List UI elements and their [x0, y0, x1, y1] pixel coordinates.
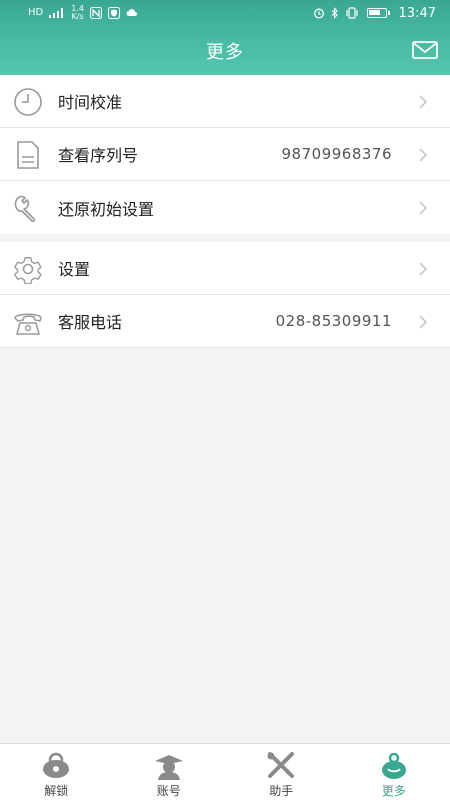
serial-number-value: 98709968376 — [281, 145, 392, 163]
signal-icon — [49, 8, 64, 18]
tab-label: 解锁 — [44, 784, 69, 798]
menu-item-settings[interactable]: 设置 — [0, 242, 450, 295]
tab-label: 账号 — [156, 784, 181, 798]
vibrate-icon — [345, 7, 358, 19]
menu-item-time-calibration[interactable]: 时间校准 — [0, 75, 450, 128]
phone-number-value: 028-85309911 — [275, 312, 392, 330]
tab-account[interactable]: 账号 — [113, 744, 226, 800]
menu-group-2: 设置 客服电话 028-85309911 — [0, 242, 450, 348]
status-bar: HD 1.4 K/s 13:47 — [0, 0, 450, 26]
chevron-right-icon — [419, 315, 428, 329]
shield-icon — [107, 7, 120, 19]
chevron-right-icon — [419, 201, 428, 215]
menu-item-label: 设置 — [58, 260, 91, 279]
mail-icon[interactable] — [412, 40, 438, 60]
bluetooth-icon — [331, 7, 338, 19]
document-icon — [17, 141, 39, 169]
tools-icon — [267, 752, 295, 778]
tab-unlock[interactable]: 解锁 — [0, 744, 113, 800]
menu-item-factory-reset[interactable]: 还原初始设置 — [0, 181, 450, 234]
page-title: 更多 — [206, 41, 244, 63]
chevron-right-icon — [419, 148, 428, 162]
telephone-icon — [14, 313, 42, 335]
account-icon — [154, 755, 183, 780]
net-speed-unit: K/s — [71, 12, 84, 21]
tab-assistant[interactable]: 助手 — [225, 744, 338, 800]
menu-item-customer-service[interactable]: 客服电话 028-85309911 — [0, 295, 450, 348]
menu-item-label: 还原初始设置 — [58, 199, 155, 219]
cloud-icon — [126, 9, 137, 16]
wrench-icon — [14, 195, 36, 223]
chevron-right-icon — [419, 95, 428, 109]
chevron-right-icon — [419, 262, 428, 276]
menu-item-label: 客服电话 — [58, 313, 123, 332]
nav-bar: 更多 — [0, 26, 450, 75]
battery-icon — [366, 8, 390, 18]
gear-icon — [14, 257, 42, 284]
menu-group-1: 时间校准 查看序列号 98709968376 还原初始设置 — [0, 75, 450, 234]
nfc-icon — [89, 7, 102, 19]
net-speed: 1.4 K/s — [71, 5, 84, 21]
bottom-tab-bar: 解锁 账号 助手 更多 — [0, 743, 450, 800]
more-icon — [381, 752, 406, 779]
status-left: HD 1.4 K/s — [28, 5, 138, 21]
hd-icon: HD — [28, 7, 44, 18]
clock-icon — [14, 88, 42, 116]
tab-label: 更多 — [381, 784, 406, 798]
menu-item-label: 查看序列号 — [58, 146, 139, 165]
top-bar: HD 1.4 K/s 13:47 更多 — [0, 0, 450, 75]
menu-item-serial-number[interactable]: 查看序列号 98709968376 — [0, 128, 450, 181]
unlock-icon — [43, 752, 70, 778]
tab-more[interactable]: 更多 — [338, 744, 450, 800]
status-right: 13:47 — [313, 6, 436, 21]
alarm-icon — [313, 8, 324, 19]
tab-label: 助手 — [269, 784, 294, 798]
status-time: 13:47 — [398, 5, 436, 21]
menu-item-label: 时间校准 — [58, 93, 123, 112]
